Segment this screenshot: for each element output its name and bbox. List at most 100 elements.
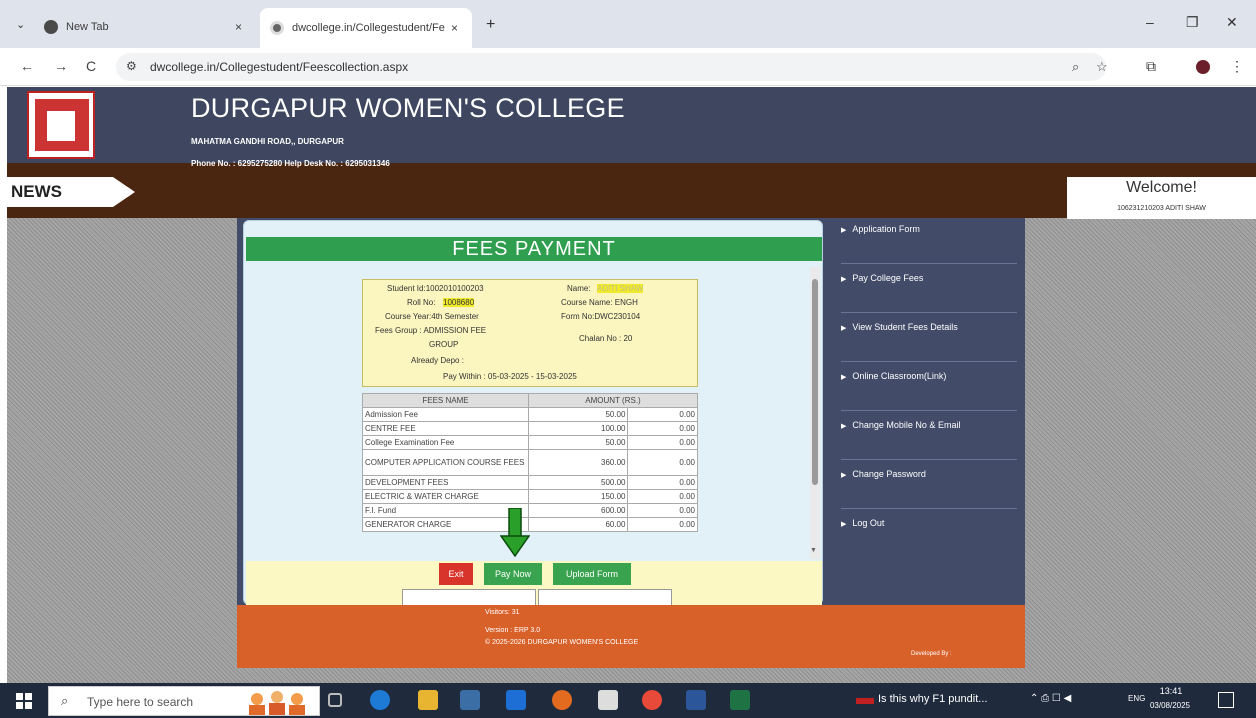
site-header: DURGAPUR WOMEN'S COLLEGE MAHATMA GANDHI … [7,87,1256,163]
menu-label: Change Mobile No & Email [852,420,961,430]
fees-group-cont: GROUP [429,340,459,349]
fee-paid: 0.00 [627,421,698,436]
clock-time[interactable]: 13:41 [1148,686,1194,696]
menu-application-form[interactable]: ▶ Application Form [841,218,1017,264]
address-bar: ← → C ⚙ dwcollege.in/Collegestudent/Fees… [0,48,1256,86]
menu-label: Pay College Fees [852,273,924,283]
store-icon[interactable] [460,690,480,710]
student-name-label: Name: [567,284,591,293]
fee-amount: 100.00 [527,421,629,436]
form-no: Form No:DWC230104 [561,312,641,321]
menu-log-out[interactable]: ▶ Log Out [841,512,1017,558]
menu-label: Log Out [852,518,885,528]
url-omnibox[interactable]: ⚙ dwcollege.in/Collegestudent/Feescollec… [116,53,1108,81]
roll-label: Roll No: [407,298,436,307]
close-icon[interactable]: × [451,21,458,35]
edge-icon[interactable] [370,690,390,710]
menu-label: Change Password [852,469,926,479]
minimize-icon[interactable]: – [1146,14,1154,30]
student-name-value: ADITI SHAW [597,284,644,293]
clock-date[interactable]: 03/08/2025 [1146,701,1194,710]
windows-start-icon[interactable] [16,693,32,709]
col-amount: AMOUNT (RS.) [528,393,698,408]
menu-label: Online Classroom(Link) [852,371,947,381]
course-year: Course Year:4th Semester [385,312,479,321]
table-row: College Examination Fee 50.00 0.00 [362,435,698,450]
close-window-icon[interactable]: ✕ [1226,14,1238,31]
fees-title: FEES PAYMENT [246,237,822,261]
table-row: GENERATOR CHARGE 60.00 0.00 [362,517,698,532]
news-label: NEWS [7,177,113,207]
puzzle-icon[interactable]: ⧉ [1146,58,1156,75]
language-indicator[interactable]: ENG [1128,694,1145,703]
fee-amount: 50.00 [527,407,629,422]
excel-icon[interactable] [730,690,750,710]
windows-taskbar: ⌕ Type here to search Is this why F1 pun… [0,683,1256,718]
fee-name: ELECTRIC & WATER CHARGE [362,489,529,504]
upload-form-button[interactable]: Upload Form [553,563,631,585]
star-icon[interactable]: ☆ [1096,59,1108,75]
notification-icon[interactable] [1218,692,1234,708]
mail-icon[interactable] [506,690,526,710]
chrome-icon[interactable] [642,690,662,710]
welcome-title: Welcome! [1126,179,1197,196]
file-explorer-icon[interactable] [418,690,438,710]
scrollbar-thumb[interactable] [812,279,818,485]
new-tab-button[interactable]: + [486,16,495,34]
search-highlight-icon [249,691,305,715]
table-row: COMPUTER APPLICATION COURSE FEES 360.00 0.… [362,449,698,476]
welcome-box: Welcome! 106231210203 ADITI SHAW [1067,177,1256,219]
menu-change-password[interactable]: ▶ Change Password [841,463,1017,509]
main-panel: FEES PAYMENT Student Id:1002010100203 Na… [237,218,1025,668]
reload-icon[interactable]: C [86,58,96,74]
copyright: © 2025-2026 DURGAPUR WOMEN'S COLLEGE [485,639,639,646]
fee-paid: 0.00 [627,449,698,476]
college-name: DURGAPUR WOMEN'S COLLEGE [191,93,625,123]
triangle-right-icon: ▶ [841,227,847,234]
taskbar-news[interactable]: Is this why F1 pundit... [878,693,987,705]
taskbar-search-input[interactable]: ⌕ Type here to search [48,686,320,716]
menu-pay-college-fees[interactable]: ▶ Pay College Fees [841,267,1017,313]
fee-amount: 360.00 [527,449,629,476]
table-header-row: FEES NAME AMOUNT (RS.) [362,393,698,408]
site-footer: Visitors: 31 Version : ERP 3.0 © 2025-20… [237,605,1025,668]
avatar-icon[interactable] [1196,60,1210,74]
tab-new-tab[interactable]: New Tab × [44,10,256,44]
firefox-icon[interactable] [552,690,572,710]
chevron-down-icon[interactable]: ▼ [810,547,817,554]
fee-name: DEVELOPMENT FEES [362,475,529,490]
forward-icon[interactable]: → [54,58,68,74]
word-icon[interactable] [686,690,706,710]
fees-group: Fees Group : ADMISSION FEE [375,326,487,335]
triangle-right-icon: ▶ [841,374,847,381]
menu-label: Application Form [852,224,920,234]
kebab-icon[interactable]: ⋮ [1230,58,1244,75]
url-text[interactable]: dwcollege.in/Collegestudent/Feescollecti… [150,60,408,74]
task-view-icon[interactable] [328,693,342,707]
app-icon[interactable] [598,690,618,710]
action-bar: Exit Pay Now Upload Form [246,561,822,607]
tune-icon[interactable]: ⚙ [126,59,137,73]
college-address: MAHATMA GANDHI ROAD,, DURGAPUR [191,137,344,146]
fee-name: COMPUTER APPLICATION COURSE FEES [362,449,529,476]
student-id: Student Id:1002010100203 [387,284,484,293]
news-arrow-icon [113,177,135,207]
exit-button[interactable]: Exit [439,563,473,585]
pay-now-button[interactable]: Pay Now [484,563,542,585]
menu-view-fees-details[interactable]: ▶ View Student Fees Details [841,316,1017,362]
fee-amount: 500.00 [527,475,629,490]
back-icon[interactable]: ← [20,58,34,74]
tab-dwcollege[interactable]: dwcollege.in/Collegestudent/Fe × [260,8,472,48]
close-icon[interactable]: × [235,20,242,34]
search-placeholder: Type here to search [87,695,194,709]
system-tray-icons[interactable]: ⌃ ⎙ ☐ ◀ [1030,693,1071,704]
menu-online-classroom[interactable]: ▶ Online Classroom(Link) [841,365,1017,411]
triangle-right-icon: ▶ [841,423,847,430]
menu-change-mobile-email[interactable]: ▶ Change Mobile No & Email [841,414,1017,460]
search-icon[interactable]: ⌕ [1072,59,1079,75]
triangle-right-icon: ▶ [841,472,847,479]
search-icon: ⌕ [61,693,69,708]
restore-icon[interactable]: ❐ [1186,14,1199,31]
fee-paid: 0.00 [627,489,698,504]
chevron-down-icon[interactable]: ⌄ [16,18,25,31]
